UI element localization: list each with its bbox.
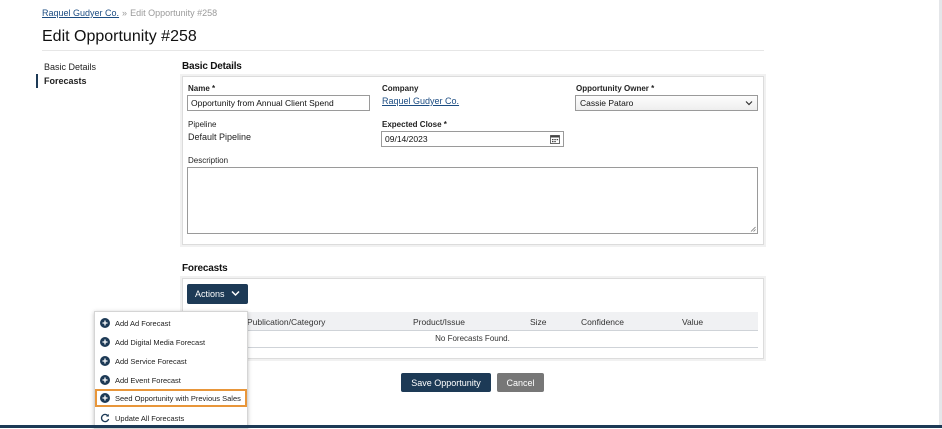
breadcrumb-current: Edit Opportunity #258 [130, 8, 218, 18]
breadcrumb-separator: » [122, 8, 128, 18]
resize-grip-icon[interactable] [750, 226, 756, 232]
menu-item-label: Add Event Forecast [115, 376, 181, 385]
menu-item-label: Update All Forecasts [115, 414, 185, 423]
company-link[interactable]: Raquel Gudyer Co. [382, 96, 459, 106]
menu-item-label: Add Service Forecast [115, 357, 187, 366]
chevron-down-icon [745, 101, 753, 106]
actions-dropdown-menu: Add Ad Forecast Add Digital Media Foreca… [94, 311, 248, 429]
refresh-icon [100, 413, 110, 423]
forecasts-heading: Forecasts [182, 263, 228, 274]
forecasts-empty-message: No Forecasts Found. [187, 331, 758, 348]
owner-select-value: Cassie Pataro [580, 98, 634, 108]
chevron-down-icon [231, 290, 240, 297]
breadcrumb: Raquel Gudyer Co.» Edit Opportunity #258 [42, 8, 217, 18]
side-nav-basic-details[interactable]: Basic Details [36, 60, 166, 74]
title-divider [42, 50, 764, 51]
owner-select[interactable]: Cassie Pataro [575, 95, 758, 111]
column-value[interactable]: Value [682, 317, 703, 327]
column-size[interactable]: Size [530, 317, 547, 327]
plus-circle-icon [100, 318, 110, 328]
plus-circle-icon [100, 375, 110, 385]
side-nav-forecasts[interactable]: Forecasts [36, 74, 166, 88]
pipeline-value: Default Pipeline [188, 132, 252, 142]
menu-item-add-digital-media-forecast[interactable]: Add Digital Media Forecast [95, 334, 247, 351]
menu-item-add-ad-forecast[interactable]: Add Ad Forecast [95, 315, 247, 332]
column-publication-category[interactable]: Publication/Category [247, 317, 325, 327]
expected-close-input[interactable]: 09/14/2023 [381, 131, 564, 147]
actions-button-label: Actions [195, 289, 225, 299]
breadcrumb-company-link[interactable]: Raquel Gudyer Co. [42, 8, 119, 18]
side-nav: Basic Details Forecasts [36, 60, 166, 88]
cancel-button[interactable]: Cancel [497, 373, 544, 392]
company-label: Company [382, 84, 419, 93]
plus-circle-icon [100, 393, 110, 403]
plus-circle-icon [100, 356, 110, 366]
basic-details-heading: Basic Details [182, 61, 242, 72]
calendar-icon[interactable] [550, 134, 560, 144]
plus-circle-icon [100, 337, 110, 347]
menu-item-add-service-forecast[interactable]: Add Service Forecast [95, 353, 247, 370]
name-label: Name * [188, 84, 216, 93]
column-product-issue[interactable]: Product/Issue [413, 317, 465, 327]
menu-item-label: Add Digital Media Forecast [115, 338, 206, 347]
expected-close-value: 09/14/2023 [385, 134, 428, 144]
pipeline-label: Pipeline [188, 120, 217, 129]
forecasts-table-header: Publication/Category Product/Issue Size … [187, 312, 758, 331]
expected-close-label: Expected Close * [382, 120, 447, 129]
owner-label: Opportunity Owner * [576, 84, 655, 93]
menu-item-seed-opportunity[interactable]: Seed Opportunity with Previous Sales [95, 389, 247, 407]
save-opportunity-button[interactable]: Save Opportunity [401, 373, 491, 392]
menu-item-label: Seed Opportunity with Previous Sales [115, 394, 241, 403]
column-confidence[interactable]: Confidence [581, 317, 624, 327]
description-textarea[interactable] [187, 167, 758, 234]
menu-item-label: Add Ad Forecast [115, 319, 171, 328]
menu-item-add-event-forecast[interactable]: Add Event Forecast [95, 372, 247, 389]
description-label: Description [188, 156, 229, 165]
actions-button[interactable]: Actions [187, 284, 248, 304]
page-title: Edit Opportunity #258 [42, 28, 197, 45]
name-input[interactable] [187, 95, 370, 111]
